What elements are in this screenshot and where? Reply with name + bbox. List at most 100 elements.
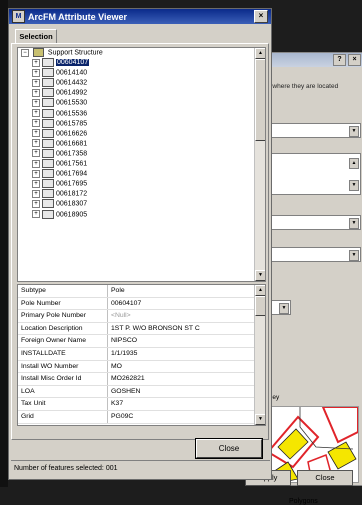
attribute-row[interactable]: INSTALLDATE 1/1/1935: [18, 347, 265, 361]
tree-item[interactable]: +00617358: [18, 148, 265, 159]
attribute-value[interactable]: NIPSCO: [108, 335, 265, 347]
attribute-row[interactable]: Location Description 1ST P. W/O BRONSON S…: [18, 322, 265, 336]
tree-item[interactable]: +00614432: [18, 78, 265, 88]
tree-item[interactable]: +00617695: [18, 179, 265, 189]
tree-item[interactable]: +00604107: [18, 58, 265, 68]
tree-item[interactable]: +00615530: [18, 98, 265, 108]
tree-item-label: 00616681: [56, 140, 88, 148]
attribute-row[interactable]: Subtype Pole: [18, 285, 265, 298]
attribute-row[interactable]: Primary Pole Number <Null>: [18, 310, 265, 323]
tree-item[interactable]: +00614140: [18, 68, 265, 78]
tree-scrollbar[interactable]: ▲ ▼: [254, 48, 265, 281]
feature-icon: [42, 78, 54, 88]
expand-icon[interactable]: +: [32, 78, 40, 87]
background-close-button-bottom[interactable]: Close: [297, 470, 353, 486]
close-window-button[interactable]: ×: [254, 10, 268, 23]
attribute-name: Foreign Owner Name: [18, 335, 108, 347]
scroll-up-icon[interactable]: ▲: [255, 285, 265, 296]
chevron-down-icon: ▼: [349, 250, 359, 261]
expand-icon[interactable]: +: [32, 149, 40, 158]
grid-scrollbar[interactable]: ▲ ▼: [254, 285, 265, 425]
attribute-row[interactable]: Foreign Owner Name NIPSCO: [18, 335, 265, 348]
tree-item[interactable]: +00616626: [18, 128, 265, 139]
tree-item-label: 00617694: [56, 170, 88, 178]
scroll-down-icon[interactable]: ▼: [255, 270, 265, 281]
background-dropdown-2[interactable]: ▼: [263, 215, 361, 230]
attribute-row[interactable]: Install WO Number MO: [18, 360, 265, 374]
feature-icon: [42, 159, 54, 169]
tree-item[interactable]: +00617561: [18, 159, 265, 169]
tree-root[interactable]: − Support Structure: [18, 48, 265, 58]
expand-icon[interactable]: +: [32, 68, 40, 77]
feature-tree[interactable]: − Support Structure +00604107 +00614140 +0…: [17, 47, 266, 282]
scroll-thumb[interactable]: [255, 59, 265, 141]
attribute-value[interactable]: Pole: [108, 285, 265, 297]
scroll-up-icon[interactable]: ▲: [255, 48, 265, 59]
chevron-down-icon: ▼: [349, 126, 359, 137]
feature-icon: [42, 209, 54, 219]
background-title-bar: ? ×: [263, 53, 362, 67]
help-button[interactable]: ?: [333, 54, 346, 66]
expand-icon[interactable]: +: [32, 88, 40, 97]
attribute-value[interactable]: MO: [108, 361, 265, 373]
feature-icon: [42, 148, 54, 158]
attribute-value[interactable]: 1ST P. W/O BRONSON ST C: [108, 323, 265, 335]
scroll-down-icon[interactable]: ▼: [255, 414, 265, 425]
tree-item-label: 00615536: [56, 109, 88, 117]
attribute-value[interactable]: 1/1/1935: [108, 348, 265, 360]
attribute-grid[interactable]: Subtype Pole Pole Number 00604107 Primary Po…: [17, 284, 266, 426]
background-dropdown-3[interactable]: ▼: [263, 247, 361, 262]
feature-icon: [42, 179, 54, 189]
tree-item[interactable]: +00618172: [18, 189, 265, 199]
tab-selection[interactable]: Selection: [15, 29, 57, 44]
attribute-value[interactable]: GOSHEN: [108, 386, 265, 398]
expand-icon[interactable]: +: [32, 109, 40, 118]
attribute-row[interactable]: LOA GOSHEN: [18, 385, 265, 399]
attribute-value[interactable]: 00604107: [108, 298, 265, 310]
attribute-name: Subtype: [18, 285, 108, 297]
expand-icon[interactable]: +: [32, 179, 40, 188]
attribute-name: Tax Unit: [18, 398, 108, 410]
scroll-thumb[interactable]: [255, 296, 265, 316]
expand-icon[interactable]: +: [32, 210, 40, 218]
tree-root-label: Support Structure: [47, 49, 103, 57]
attribute-row[interactable]: Install Misc Order Id MO262821: [18, 373, 265, 386]
tree-item-label: 00618172: [56, 190, 88, 198]
tree-item[interactable]: +00616681: [18, 138, 265, 149]
attribute-value[interactable]: MO262821: [108, 373, 265, 385]
expand-icon[interactable]: +: [32, 139, 40, 148]
expand-icon[interactable]: +: [32, 189, 40, 198]
background-close-button[interactable]: ×: [348, 54, 361, 66]
tree-item[interactable]: +00618307: [18, 199, 265, 209]
attribute-name: Grid: [18, 410, 108, 423]
background-list-box[interactable]: ▲ ▼: [263, 153, 361, 195]
expand-icon[interactable]: +: [32, 98, 40, 107]
attribute-value[interactable]: K37: [108, 398, 265, 410]
background-window: ? × n where they are located ▼ ▲ ▼ ▼ ▼ ▼…: [245, 52, 362, 505]
attribute-name: Primary Pole Number: [18, 310, 108, 322]
expand-icon[interactable]: +: [32, 169, 40, 178]
tree-item[interactable]: +00618905: [18, 209, 265, 220]
expand-icon[interactable]: +: [32, 199, 40, 208]
tree-item[interactable]: +00615785: [18, 118, 265, 129]
attribute-value[interactable]: PG09C: [108, 411, 265, 423]
tree-item[interactable]: +00615536: [18, 108, 265, 119]
tree-item-label: 00617695: [56, 180, 88, 188]
expand-icon[interactable]: +: [32, 119, 40, 128]
attribute-name: INSTALLDATE: [18, 347, 108, 360]
attribute-row[interactable]: Grid PG09C: [18, 410, 265, 424]
scroll-up-icon: ▲: [349, 158, 359, 169]
collapse-icon[interactable]: −: [21, 48, 29, 57]
tree-item[interactable]: +00614992: [18, 88, 265, 98]
background-dropdown-1[interactable]: ▼: [263, 123, 361, 138]
close-button[interactable]: Close: [195, 438, 263, 459]
expand-icon[interactable]: +: [32, 129, 40, 138]
attribute-value[interactable]: <Null>: [108, 310, 265, 322]
tree-item-label: 00614992: [56, 89, 88, 97]
attribute-row[interactable]: Pole Number 00604107: [18, 297, 265, 311]
feature-icon: [42, 128, 54, 138]
expand-icon[interactable]: +: [32, 58, 40, 67]
tree-item[interactable]: +00617694: [18, 169, 265, 179]
expand-icon[interactable]: +: [32, 159, 40, 168]
attribute-row[interactable]: Tax Unit K37: [18, 398, 265, 411]
